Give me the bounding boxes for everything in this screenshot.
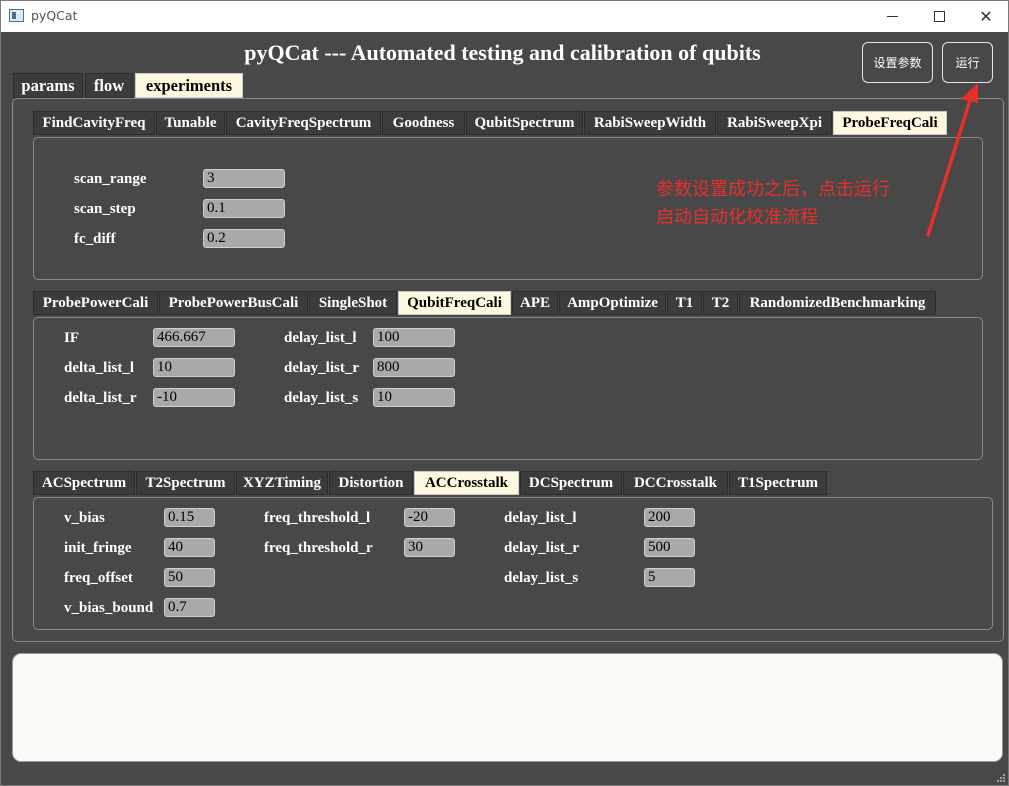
tab-probepowercali[interactable]: ProbePowerCali [33,291,158,315]
tab-distortion[interactable]: Distortion [329,471,413,495]
tab-qubitspectrum[interactable]: QubitSpectrum [466,111,583,135]
fc-diff-input[interactable]: 0.2 [203,229,285,248]
close-button[interactable]: ✕ [963,1,1009,32]
settings-button[interactable]: 设置参数 [862,42,933,83]
app-icon [9,9,24,22]
tab-singleshot[interactable]: SingleShot [309,291,397,315]
if-input[interactable]: 466.667 [153,328,235,347]
label-init-fringe: init_fringe [64,540,132,556]
freq-threshold-r-input[interactable]: 30 [404,538,455,557]
run-button[interactable]: 运行 [942,42,993,83]
label-fc-diff: fc_diff [74,231,116,247]
tab-goodness[interactable]: Goodness [382,111,465,135]
title-bar: pyQCat ✕ [1,1,1008,32]
scan-step-input[interactable]: 0.1 [203,199,285,218]
annotation-line-2: 启动自动化校准流程 [656,207,818,228]
delta-list-r-input[interactable]: -10 [153,388,235,407]
delay-list-l-input[interactable]: 100 [373,328,455,347]
tab-findcavityfreq[interactable]: FindCavityFreq [33,111,155,135]
tab-t2[interactable]: T2 [703,291,738,315]
label-delay-list-s: delay_list_s [504,570,579,586]
delay-list-l-input[interactable]: 200 [644,508,695,527]
tab-tunable[interactable]: Tunable [156,111,225,135]
delta-list-l-input[interactable]: 10 [153,358,235,377]
tab-accrosstalk[interactable]: ACCrosstalk [414,471,519,495]
label-if: IF [64,330,79,346]
label-delay-list-r: delay_list_r [284,360,359,376]
maximize-button[interactable] [916,1,962,32]
freq-threshold-l-input[interactable]: -20 [404,508,455,527]
tab-acspectrum[interactable]: ACSpectrum [33,471,135,495]
maximize-icon [933,11,945,22]
tab-params[interactable]: params [13,73,83,98]
tab-rabisweepxpi[interactable]: RabiSweepXpi [717,111,832,135]
tab-dccrosstalk[interactable]: DCCrosstalk [623,471,728,495]
app-window: pyQCat ✕ pyQCat --- Automated testing an… [0,0,1009,786]
label-delay-list-l: delay_list_l [284,330,357,346]
delay-list-r-input[interactable]: 800 [373,358,455,377]
delay-list-s-input[interactable]: 10 [373,388,455,407]
page-title: pyQCat --- Automated testing and calibra… [244,40,761,65]
label-freq-threshold-r: freq_threshold_r [264,540,373,556]
delay-list-s-input[interactable]: 5 [644,568,695,587]
v-bias-input[interactable]: 0.15 [164,508,215,527]
label-freq-offset: freq_offset [64,570,133,586]
tab-rabisweepwidth[interactable]: RabiSweepWidth [584,111,716,135]
tab-experiments[interactable]: experiments [135,73,243,98]
tab-t1spectrum[interactable]: T1Spectrum [729,471,827,495]
annotation-arrow-icon [926,83,978,237]
label-v-bias-bound: v_bias_bound [64,600,154,616]
label-scan-range: scan_range [74,171,147,187]
delay-list-r-input[interactable]: 500 [644,538,695,557]
minimize-icon [886,16,898,17]
log-output[interactable] [12,653,1003,762]
freq-offset-input[interactable]: 50 [164,568,215,587]
v-bias-bound-input[interactable]: 0.7 [164,598,215,617]
tab-probepowerbuscali[interactable]: ProbePowerBusCali [159,291,308,315]
scan-range-input[interactable]: 3 [203,169,285,188]
tab-randomizedbenchmarking[interactable]: RandomizedBenchmarking [739,291,936,315]
label-delay-list-l: delay_list_l [504,510,577,526]
annotation-text: 参数设置成功之后，点击运行 启动自动化校准流程 [656,176,890,232]
tab-ape[interactable]: APE [512,291,558,315]
tab-ampoptimize[interactable]: AmpOptimize [559,291,666,315]
tab-t2spectrum[interactable]: T2Spectrum [136,471,235,495]
label-delay-list-s: delay_list_s [284,390,359,406]
minimize-button[interactable] [869,1,915,32]
label-scan-step: scan_step [74,201,136,217]
label-delay-list-r: delay_list_r [504,540,579,556]
resize-grip-icon[interactable] [996,773,1006,783]
close-icon: ✕ [979,7,993,26]
tab-cavityfreqspectrum[interactable]: CavityFreqSpectrum [226,111,381,135]
window-title: pyQCat [31,8,78,23]
tab-dcspectrum[interactable]: DCSpectrum [520,471,622,495]
tab-flow[interactable]: flow [85,73,133,98]
annotation-line-1: 参数设置成功之后，点击运行 [656,179,890,200]
label-delta-list-r: delta_list_r [64,390,137,406]
label-freq-threshold-l: freq_threshold_l [264,510,371,526]
tab-qubitfreqcali[interactable]: QubitFreqCali [398,291,511,315]
label-delta-list-l: delta_list_l [64,360,134,376]
tab-t1[interactable]: T1 [667,291,702,315]
label-v-bias: v_bias [64,510,105,526]
tab-xyztiming[interactable]: XYZTiming [236,471,328,495]
init-fringe-input[interactable]: 40 [164,538,215,557]
